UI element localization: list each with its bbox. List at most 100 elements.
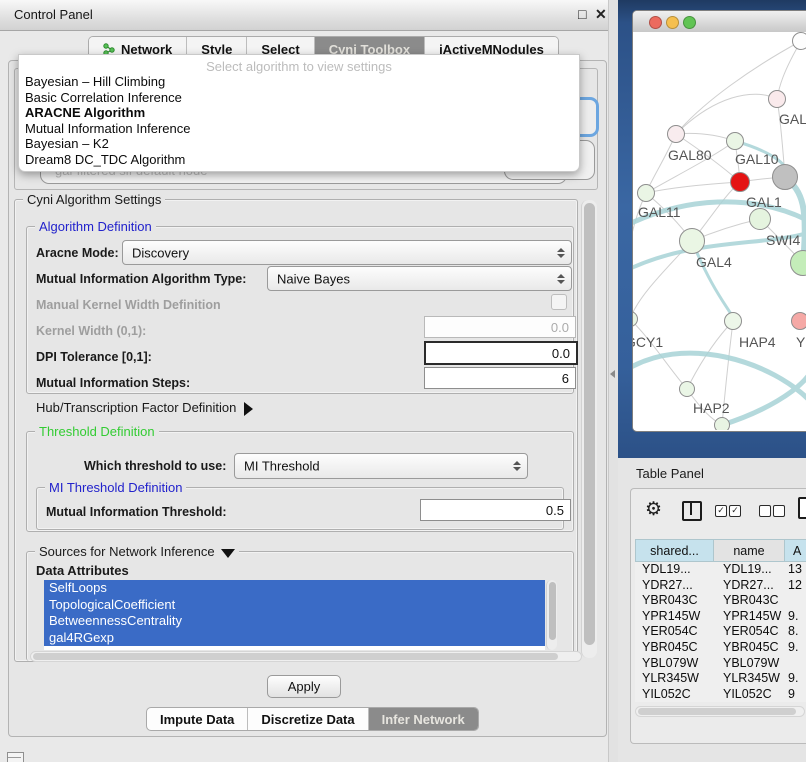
table-row[interactable]: YLR345WYLR345W9. — [635, 671, 806, 687]
mini-table-icon[interactable] — [7, 752, 24, 762]
table-row[interactable]: YBR045CYBR045C9. — [635, 640, 806, 656]
network-node[interactable] — [791, 312, 806, 330]
table-hscrollbar[interactable] — [635, 706, 805, 717]
tab-discretize-data[interactable]: Discretize Data — [248, 708, 368, 730]
table-cell: 9. — [785, 609, 806, 625]
network-node[interactable] — [679, 228, 705, 254]
apply-button[interactable]: Apply — [267, 675, 341, 698]
column-header-partial[interactable]: A — [785, 539, 806, 562]
dropdown-item[interactable]: ARACNE Algorithm — [23, 105, 575, 121]
unchecked-column-icon[interactable] — [759, 505, 771, 517]
dropdown-item[interactable]: Mutual Information Inference — [23, 121, 575, 137]
node-label: GAL4 — [696, 254, 732, 270]
float-panel-icon[interactable]: □ — [578, 6, 586, 22]
stepper-icon — [557, 274, 565, 284]
list-item[interactable]: TopologicalCoefficient — [44, 597, 545, 614]
network-node[interactable] — [726, 132, 744, 150]
mi-threshold-field[interactable]: 0.5 — [420, 499, 571, 521]
document-icon[interactable] — [798, 497, 806, 519]
tab-impute-data[interactable]: Impute Data — [147, 708, 248, 730]
table-cell: YIL052C — [635, 687, 714, 702]
table-cell: YBL079W — [635, 656, 714, 672]
manual-kernel-checkbox[interactable] — [551, 294, 567, 310]
column-header-shared-name[interactable]: shared... — [635, 539, 714, 562]
minimize-window-icon[interactable] — [666, 16, 679, 29]
node-label: HAP4 — [739, 334, 776, 350]
table-hscrollbar-thumb[interactable] — [638, 708, 796, 715]
which-threshold-combobox[interactable]: MI Threshold — [234, 453, 528, 479]
sources-hscrollbar-thumb[interactable] — [33, 653, 558, 660]
network-node[interactable] — [714, 417, 730, 430]
table-cell: 9. — [785, 640, 806, 656]
hub-expander-label: Hub/Transcription Factor Definition — [36, 400, 236, 415]
network-node[interactable] — [679, 381, 695, 397]
network-node[interactable] — [772, 164, 798, 190]
list-item[interactable]: SelfLoops — [44, 580, 545, 597]
table-cell: YER054C — [635, 624, 714, 640]
network-node[interactable] — [792, 32, 806, 50]
tab-label: Impute Data — [160, 712, 234, 727]
close-window-icon[interactable] — [649, 16, 662, 29]
network-desktop: GALGAL80GAL10GAL1GAL11SWI4GAL4GCY1YHAP4H… — [618, 0, 806, 458]
unchecked-column-icon[interactable] — [773, 505, 785, 517]
mi-steps-label: Mutual Information Steps: — [36, 376, 190, 390]
table-cell: YER054C — [714, 624, 785, 640]
table-cell: YBR043C — [714, 593, 785, 609]
network-node[interactable] — [637, 184, 655, 202]
network-node[interactable] — [768, 90, 786, 108]
list-scrollbar[interactable] — [546, 580, 557, 650]
close-panel-icon[interactable]: ✕ — [595, 6, 607, 22]
sources-hscrollbar[interactable] — [30, 651, 582, 662]
table-row[interactable]: YBL079WYBL079W — [635, 656, 806, 672]
list-item[interactable]: BetweennessCentrality — [44, 613, 545, 630]
node-label: GAL10 — [735, 151, 779, 167]
gear-icon[interactable]: ⚙ — [645, 499, 662, 521]
settings-scrollbar-thumb[interactable] — [584, 203, 595, 645]
dpi-tolerance-field[interactable]: 0.0 — [424, 341, 578, 365]
split-panel-icon[interactable] — [682, 501, 702, 521]
table-row[interactable]: YPR145WYPR145W9. — [635, 609, 806, 625]
node-label: GAL80 — [668, 147, 712, 163]
network-node[interactable] — [724, 312, 742, 330]
dropdown-item[interactable]: Dream8 DC_TDC Algorithm — [23, 152, 575, 168]
list-scrollbar-thumb[interactable] — [549, 582, 556, 640]
dropdown-item[interactable]: Basic Correlation Inference — [23, 90, 575, 106]
kernel-width-field[interactable]: 0.0 — [424, 316, 576, 338]
mi-type-combobox[interactable]: Naive Bayes — [267, 266, 572, 291]
table-row[interactable]: YDL19...YDL19...13 — [635, 562, 806, 578]
aracne-mode-combobox[interactable]: Discovery — [122, 240, 572, 265]
dropdown-placeholder: Select algorithm to view settings — [19, 59, 579, 74]
table-row[interactable]: YER054CYER054C8. — [635, 624, 806, 640]
table-row[interactable]: YDR27...YDR27...12 — [635, 578, 806, 594]
hub-expander[interactable]: Hub/Transcription Factor Definition — [36, 400, 253, 416]
sources-group-title[interactable]: Sources for Network Inference — [35, 544, 239, 559]
dropdown-item[interactable]: Bayesian – Hill Climbing — [23, 74, 575, 90]
table-cell: YLR345W — [714, 671, 785, 687]
table-row[interactable]: YIL052CYIL052C9 — [635, 687, 806, 702]
checked-column-icon[interactable]: ✓ — [729, 505, 741, 517]
network-canvas[interactable]: GALGAL80GAL10GAL1GAL11SWI4GAL4GCY1YHAP4H… — [633, 32, 806, 430]
tab-infer-network[interactable]: Infer Network — [369, 708, 478, 730]
column-header-name[interactable]: name — [714, 539, 785, 562]
mi-steps-field[interactable]: 6 — [424, 367, 576, 389]
table-row[interactable]: YBR043CYBR043C — [635, 593, 806, 609]
list-item[interactable]: gal4RGexp — [44, 630, 545, 647]
network-window-titlebar[interactable] — [633, 11, 806, 33]
table-cell: YIL052C — [714, 687, 785, 702]
settings-scrollbar[interactable] — [581, 200, 597, 658]
network-window[interactable]: GALGAL80GAL10GAL1GAL11SWI4GAL4GCY1YHAP4H… — [632, 10, 806, 432]
stepper-icon — [513, 461, 521, 471]
table-cell — [785, 656, 806, 672]
dropdown-item[interactable]: Bayesian – K2 — [23, 136, 575, 152]
application-root: Control Panel □ ✕ Network Style Select C… — [0, 0, 806, 762]
network-node[interactable] — [730, 172, 750, 192]
zoom-window-icon[interactable] — [683, 16, 696, 29]
table-panel-title: Table Panel — [636, 466, 704, 481]
apply-button-label: Apply — [288, 679, 321, 694]
network-node[interactable] — [749, 208, 771, 230]
mi-threshold-group-title: MI Threshold Definition — [45, 480, 186, 495]
network-node[interactable] — [667, 125, 685, 143]
data-attributes-list[interactable]: SelfLoopsTopologicalCoefficientBetweenne… — [44, 580, 545, 650]
collapse-left-icon[interactable] — [610, 370, 615, 378]
checked-column-icon[interactable]: ✓ — [715, 505, 727, 517]
